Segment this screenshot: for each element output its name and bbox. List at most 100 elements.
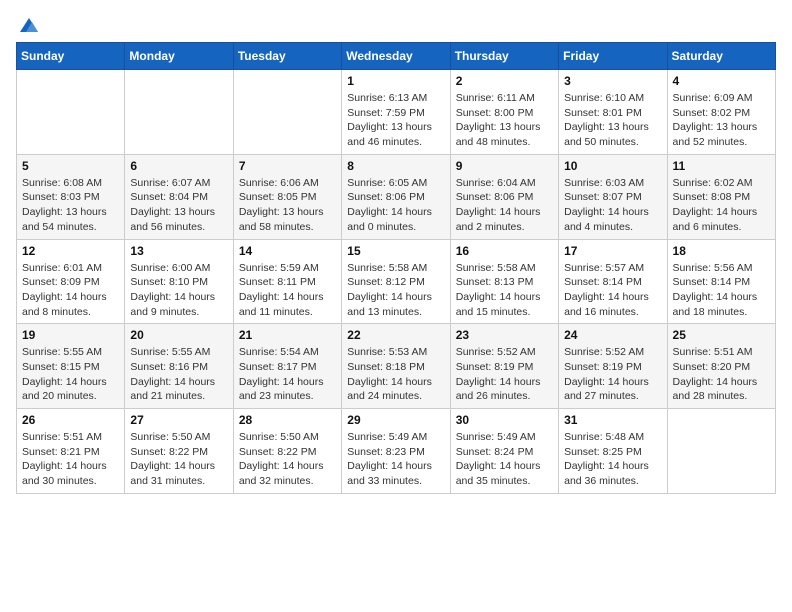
day-info: Sunrise: 6:07 AMSunset: 8:04 PMDaylight:… <box>130 176 227 235</box>
day-info: Sunrise: 5:53 AMSunset: 8:18 PMDaylight:… <box>347 345 444 404</box>
day-info: Sunrise: 6:06 AMSunset: 8:05 PMDaylight:… <box>239 176 336 235</box>
header <box>16 16 776 34</box>
day-info: Sunrise: 5:50 AMSunset: 8:22 PMDaylight:… <box>130 430 227 489</box>
day-info: Sunrise: 5:55 AMSunset: 8:16 PMDaylight:… <box>130 345 227 404</box>
day-info: Sunrise: 5:48 AMSunset: 8:25 PMDaylight:… <box>564 430 661 489</box>
calendar-cell: 6 Sunrise: 6:07 AMSunset: 8:04 PMDaylight… <box>125 154 233 239</box>
day-info: Sunrise: 6:08 AMSunset: 8:03 PMDaylight:… <box>22 176 119 235</box>
weekday-saturday: Saturday <box>667 43 775 70</box>
day-info: Sunrise: 5:58 AMSunset: 8:12 PMDaylight:… <box>347 261 444 320</box>
day-number: 10 <box>564 159 661 173</box>
calendar-cell: 28 Sunrise: 5:50 AMSunset: 8:22 PMDayligh… <box>233 409 341 494</box>
day-number: 22 <box>347 328 444 342</box>
calendar-cell: 15 Sunrise: 5:58 AMSunset: 8:12 PMDayligh… <box>342 239 450 324</box>
day-info: Sunrise: 5:50 AMSunset: 8:22 PMDaylight:… <box>239 430 336 489</box>
calendar-cell: 24Sunrise: 5:52 AMSunset: 8:19 PMDayligh… <box>559 324 667 409</box>
day-number: 6 <box>130 159 227 173</box>
day-number: 4 <box>673 74 770 88</box>
day-number: 2 <box>456 74 553 88</box>
day-number: 3 <box>564 74 661 88</box>
logo <box>16 16 40 34</box>
day-number: 29 <box>347 413 444 427</box>
calendar-cell: 13 Sunrise: 6:00 AMSunset: 8:10 PMDayligh… <box>125 239 233 324</box>
day-number: 31 <box>564 413 661 427</box>
calendar-cell: 16 Sunrise: 5:58 AMSunset: 8:13 PMDayligh… <box>450 239 558 324</box>
day-number: 27 <box>130 413 227 427</box>
day-number: 18 <box>673 244 770 258</box>
weekday-tuesday: Tuesday <box>233 43 341 70</box>
day-number: 30 <box>456 413 553 427</box>
day-info: Sunrise: 6:11 AMSunset: 8:00 PMDaylight:… <box>456 91 553 150</box>
day-number: 1 <box>347 74 444 88</box>
weekday-wednesday: Wednesday <box>342 43 450 70</box>
day-info: Sunrise: 6:02 AMSunset: 8:08 PMDaylight:… <box>673 176 770 235</box>
day-info: Sunrise: 5:49 AMSunset: 8:24 PMDaylight:… <box>456 430 553 489</box>
day-info: Sunrise: 5:58 AMSunset: 8:13 PMDaylight:… <box>456 261 553 320</box>
calendar-cell: 26 Sunrise: 5:51 AMSunset: 8:21 PMDayligh… <box>17 409 125 494</box>
day-number: 21 <box>239 328 336 342</box>
day-number: 8 <box>347 159 444 173</box>
day-number: 28 <box>239 413 336 427</box>
day-info: Sunrise: 6:01 AMSunset: 8:09 PMDaylight:… <box>22 261 119 320</box>
calendar-week-3: 12 Sunrise: 6:01 AMSunset: 8:09 PMDayligh… <box>17 239 776 324</box>
day-info: Sunrise: 5:51 AMSunset: 8:21 PMDaylight:… <box>22 430 119 489</box>
calendar-cell: 7 Sunrise: 6:06 AMSunset: 8:05 PMDaylight… <box>233 154 341 239</box>
day-number: 23 <box>456 328 553 342</box>
day-info: Sunrise: 6:10 AMSunset: 8:01 PMDaylight:… <box>564 91 661 150</box>
weekday-sunday: Sunday <box>17 43 125 70</box>
day-number: 26 <box>22 413 119 427</box>
day-number: 14 <box>239 244 336 258</box>
day-info: Sunrise: 6:09 AMSunset: 8:02 PMDaylight:… <box>673 91 770 150</box>
calendar-cell: 21 Sunrise: 5:54 AMSunset: 8:17 PMDayligh… <box>233 324 341 409</box>
calendar-week-4: 19 Sunrise: 5:55 AMSunset: 8:15 PMDayligh… <box>17 324 776 409</box>
calendar-week-1: 1 Sunrise: 6:13 AMSunset: 7:59 PMDaylight… <box>17 70 776 155</box>
day-info: Sunrise: 6:05 AMSunset: 8:06 PMDaylight:… <box>347 176 444 235</box>
day-number: 17 <box>564 244 661 258</box>
day-number: 5 <box>22 159 119 173</box>
day-number: 25 <box>673 328 770 342</box>
day-info: Sunrise: 5:49 AMSunset: 8:23 PMDaylight:… <box>347 430 444 489</box>
day-number: 7 <box>239 159 336 173</box>
weekday-friday: Friday <box>559 43 667 70</box>
calendar-cell: 14 Sunrise: 5:59 AMSunset: 8:11 PMDayligh… <box>233 239 341 324</box>
day-info: Sunrise: 5:52 AMSunset: 8:19 PMDaylight:… <box>456 345 553 404</box>
calendar-week-2: 5 Sunrise: 6:08 AMSunset: 8:03 PMDaylight… <box>17 154 776 239</box>
calendar-cell: 4 Sunrise: 6:09 AMSunset: 8:02 PMDaylight… <box>667 70 775 155</box>
day-number: 12 <box>22 244 119 258</box>
calendar-cell: 20 Sunrise: 5:55 AMSunset: 8:16 PMDayligh… <box>125 324 233 409</box>
weekday-header-row: SundayMondayTuesdayWednesdayThursdayFrid… <box>17 43 776 70</box>
day-info: Sunrise: 6:03 AMSunset: 8:07 PMDaylight:… <box>564 176 661 235</box>
day-info: Sunrise: 5:57 AMSunset: 8:14 PMDaylight:… <box>564 261 661 320</box>
day-number: 11 <box>673 159 770 173</box>
calendar: SundayMondayTuesdayWednesdayThursdayFrid… <box>16 42 776 494</box>
day-number: 16 <box>456 244 553 258</box>
calendar-cell: 22 Sunrise: 5:53 AMSunset: 8:18 PMDayligh… <box>342 324 450 409</box>
day-info: Sunrise: 5:59 AMSunset: 8:11 PMDaylight:… <box>239 261 336 320</box>
day-info: Sunrise: 5:51 AMSunset: 8:20 PMDaylight:… <box>673 345 770 404</box>
calendar-cell <box>17 70 125 155</box>
calendar-cell: 17 Sunrise: 5:57 AMSunset: 8:14 PMDayligh… <box>559 239 667 324</box>
day-info: Sunrise: 5:54 AMSunset: 8:17 PMDaylight:… <box>239 345 336 404</box>
calendar-cell <box>667 409 775 494</box>
day-number: 24 <box>564 328 661 342</box>
calendar-cell: 1 Sunrise: 6:13 AMSunset: 7:59 PMDaylight… <box>342 70 450 155</box>
calendar-cell: 9Sunrise: 6:04 AMSunset: 8:06 PMDaylight… <box>450 154 558 239</box>
calendar-cell: 5 Sunrise: 6:08 AMSunset: 8:03 PMDaylight… <box>17 154 125 239</box>
day-info: Sunrise: 6:00 AMSunset: 8:10 PMDaylight:… <box>130 261 227 320</box>
calendar-cell: 19 Sunrise: 5:55 AMSunset: 8:15 PMDayligh… <box>17 324 125 409</box>
day-number: 13 <box>130 244 227 258</box>
calendar-cell: 12 Sunrise: 6:01 AMSunset: 8:09 PMDayligh… <box>17 239 125 324</box>
weekday-monday: Monday <box>125 43 233 70</box>
calendar-header: SundayMondayTuesdayWednesdayThursdayFrid… <box>17 43 776 70</box>
day-info: Sunrise: 6:13 AMSunset: 7:59 PMDaylight:… <box>347 91 444 150</box>
day-number: 19 <box>22 328 119 342</box>
day-number: 15 <box>347 244 444 258</box>
calendar-cell: 29 Sunrise: 5:49 AMSunset: 8:23 PMDayligh… <box>342 409 450 494</box>
day-number: 20 <box>130 328 227 342</box>
day-info: Sunrise: 5:55 AMSunset: 8:15 PMDaylight:… <box>22 345 119 404</box>
day-info: Sunrise: 5:56 AMSunset: 8:14 PMDaylight:… <box>673 261 770 320</box>
day-number: 9 <box>456 159 553 173</box>
calendar-week-5: 26 Sunrise: 5:51 AMSunset: 8:21 PMDayligh… <box>17 409 776 494</box>
calendar-cell: 11 Sunrise: 6:02 AMSunset: 8:08 PMDayligh… <box>667 154 775 239</box>
calendar-cell: 2 Sunrise: 6:11 AMSunset: 8:00 PMDaylight… <box>450 70 558 155</box>
